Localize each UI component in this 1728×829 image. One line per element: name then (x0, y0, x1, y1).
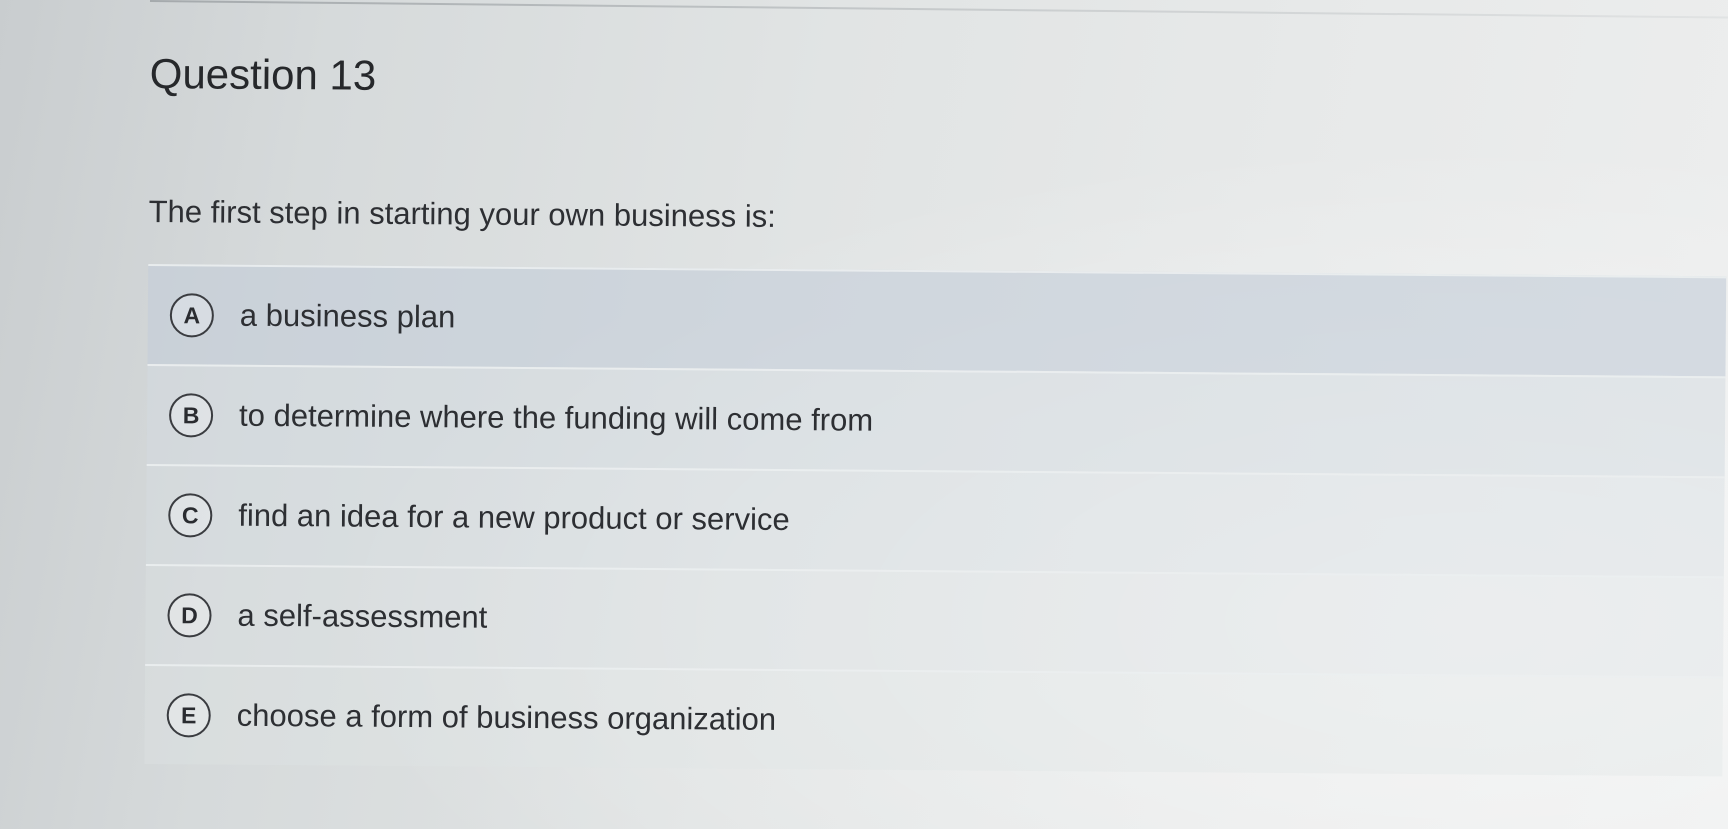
answer-options: A a business plan B to determine where t… (144, 263, 1727, 777)
top-divider (149, 0, 1728, 19)
option-c[interactable]: C find an idea for a new product or serv… (145, 463, 1725, 577)
option-letter-badge: A (169, 293, 215, 338)
option-text: a business plan (239, 297, 456, 335)
option-letter-badge: C (168, 493, 213, 538)
option-text: find an idea for a new product or servic… (238, 497, 790, 538)
option-letter-badge: B (168, 393, 214, 438)
option-a[interactable]: A a business plan (147, 263, 1727, 377)
option-letter-badge: D (167, 593, 212, 638)
question-title: Question 13 (149, 49, 377, 99)
option-text: choose a form of business organization (236, 697, 777, 737)
option-text: to determine where the funding will come… (238, 397, 874, 438)
option-text: a self-assessment (237, 597, 488, 635)
option-e[interactable]: E choose a form of business organization (144, 663, 1724, 777)
question-card: Question 13 The first step in starting y… (144, 44, 1728, 777)
option-d[interactable]: D a self-assessment (145, 563, 1724, 677)
option-b[interactable]: B to determine where the funding will co… (146, 363, 1726, 477)
question-prompt: The first step in starting your own busi… (148, 193, 776, 234)
option-letter-badge: E (166, 693, 211, 738)
